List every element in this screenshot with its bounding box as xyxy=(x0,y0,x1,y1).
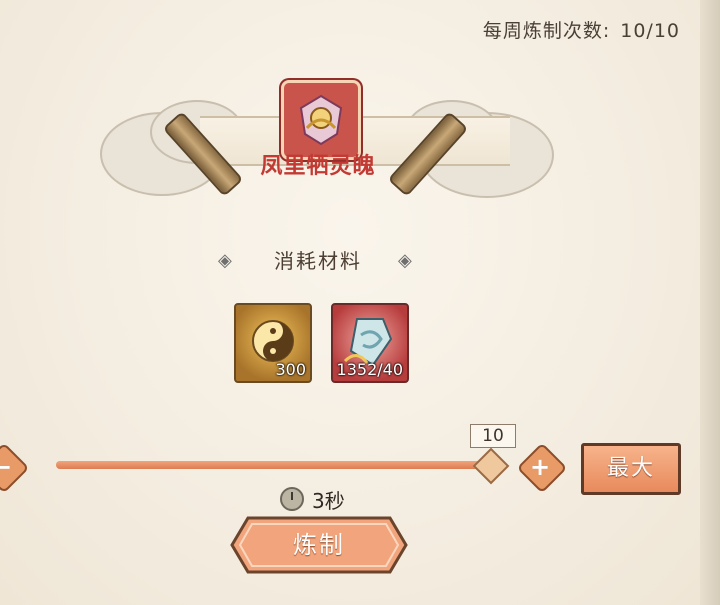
quantity-slider[interactable] xyxy=(56,461,491,469)
material-slot-yin-yang[interactable]: 300 xyxy=(234,303,312,383)
minus-icon: − xyxy=(0,453,13,481)
material-count: 300 xyxy=(275,360,306,379)
panel-edge xyxy=(700,0,720,605)
clock-icon xyxy=(280,487,304,511)
ornament-right-icon: ◈ xyxy=(398,250,412,271)
weekly-refine-label: 每周炼制次数: xyxy=(482,20,611,42)
target-item-name: 凤里牺灵魄 xyxy=(260,154,376,179)
refine-button[interactable]: 炼制 xyxy=(230,516,408,574)
max-button[interactable]: 最大 xyxy=(581,443,681,495)
material-slot-crystal[interactable]: 1352/40 xyxy=(331,303,409,383)
plus-icon: + xyxy=(529,453,551,481)
phoenix-spirit-icon xyxy=(299,94,343,146)
materials-title: 消耗材料 xyxy=(274,249,362,273)
refine-time-value: 3秒 xyxy=(312,488,345,513)
slider-fill xyxy=(56,461,491,469)
refine-time: 3秒 xyxy=(280,486,345,513)
weekly-refine-value: 10/10 xyxy=(620,20,680,42)
refine-button-label: 炼制 xyxy=(293,531,345,559)
quantity-value: 10 xyxy=(470,424,516,448)
material-count: 1352/40 xyxy=(336,360,403,379)
weekly-refine-count: 每周炼制次数: 10/10 xyxy=(483,16,680,43)
